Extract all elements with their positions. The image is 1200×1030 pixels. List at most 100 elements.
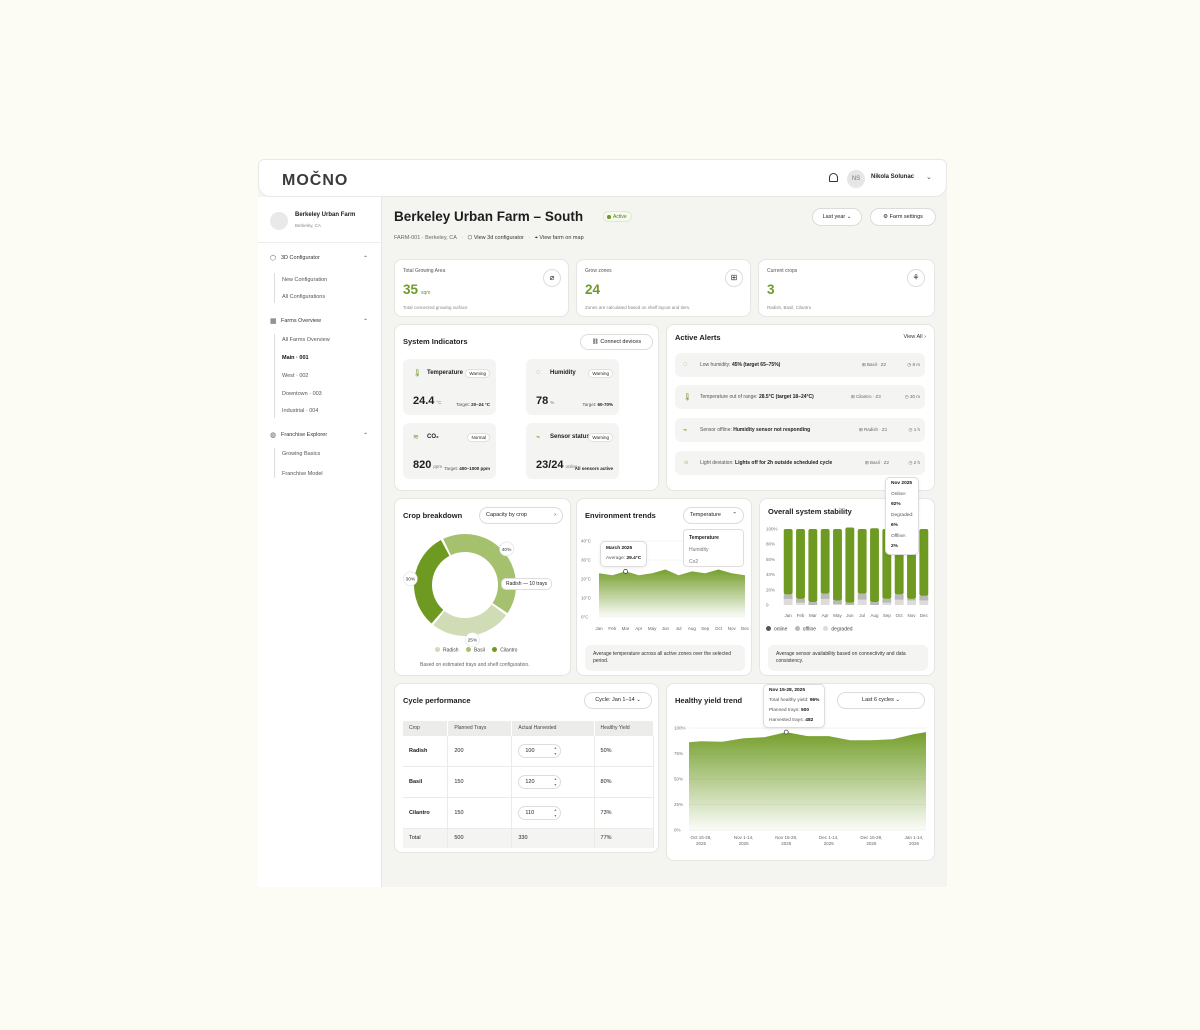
user-name[interactable]: Nikola Solunac xyxy=(871,174,914,180)
quantity-stepper[interactable]: 120 xyxy=(518,774,562,789)
grid-icon: ⊞ xyxy=(865,460,869,465)
cycle-dropdown[interactable]: Cycle: Jan 1–14 ⌄ xyxy=(584,692,652,709)
x-tick-label: Dec xyxy=(920,613,929,618)
chart-tooltip: March 2025 Average: 29.4°C xyxy=(600,541,648,567)
chevron-down-icon[interactable]: ⌄ xyxy=(926,173,932,181)
bar-online xyxy=(919,529,929,596)
quantity-stepper[interactable]: 100 xyxy=(518,743,562,758)
sidebar-item-west-002[interactable]: West · 002 xyxy=(282,373,309,379)
notification-bell-icon[interactable] xyxy=(829,173,838,182)
x-tick-label: Aug xyxy=(688,626,697,631)
sidebar-section-franchise-explorer[interactable]: ◍ Franchise Explorer xyxy=(270,432,327,439)
view-map-link[interactable]: View farm on map xyxy=(539,235,583,241)
kpi-label: Grow zones xyxy=(585,268,612,274)
alert-zone: ⊞ Basil · Z2 xyxy=(865,460,890,465)
sidebar-item-main-001[interactable]: Main · 001 xyxy=(282,355,309,361)
tooltip-point xyxy=(783,729,789,735)
bar-offline xyxy=(833,600,842,605)
donut-tooltip: Radish — 10 trays xyxy=(501,578,553,590)
indicator-name: Humidity xyxy=(550,370,576,376)
chevron-up-icon[interactable]: ⌃ xyxy=(363,318,368,325)
sidebar-section-3d-configurator[interactable]: ⬡ 3D Configurator xyxy=(270,255,320,262)
legend-online: online xyxy=(774,626,788,633)
donut-label: 25% xyxy=(468,637,478,643)
cell-actual: 120 xyxy=(511,765,595,797)
alert-item[interactable]: ☼ Light deviation: Lights off for 2h out… xyxy=(675,451,925,475)
sidebar-item-all-configurations[interactable]: All Configurations xyxy=(282,294,325,300)
table-total-row: Total 500 330 77% xyxy=(403,827,655,848)
metric-dropdown[interactable]: Temperature ⌃ xyxy=(683,507,744,524)
y-tick-label: 20% xyxy=(766,587,775,592)
wind-icon: ≋ xyxy=(413,434,419,441)
option-temperature[interactable]: Temperature xyxy=(689,532,738,544)
sensor-icon: ⌁ xyxy=(536,434,541,441)
sidebar-item-industrial-004[interactable]: Industrial · 004 xyxy=(282,408,318,414)
x-tick-label: Nov xyxy=(728,626,737,631)
cell-actual: 100 xyxy=(511,734,595,766)
bar-degraded xyxy=(783,598,793,605)
indicator-sensor-status[interactable]: ⌁ Sensor status Warning 23/24 online All … xyxy=(526,423,619,479)
farm-settings-button[interactable]: ⚙ Farm settings xyxy=(870,208,936,226)
sprout-icon: ⚘ xyxy=(907,269,925,287)
chevron-right-icon: › xyxy=(924,334,926,340)
indicator-humidity[interactable]: ◌ Humidity Warning 78% Target: 60-70% xyxy=(526,359,619,415)
bar-offline xyxy=(894,594,904,600)
option-humidity[interactable]: Humidity xyxy=(689,544,738,556)
sidebar-item-new-configuration[interactable]: New Configuration xyxy=(282,277,327,283)
bar-degraded xyxy=(857,599,867,605)
view-configurator-link[interactable]: View 3d configurator xyxy=(474,235,524,241)
farm-icon: ▦ xyxy=(270,318,277,325)
x-tick-label: Dec 1-14, xyxy=(819,835,839,840)
legend-cilantro: Cilantro xyxy=(500,647,518,654)
card-title: Cycle performance xyxy=(403,696,471,705)
chart-tooltip: Nov 15-28, 2025 Total healthy yield: 96%… xyxy=(763,684,826,728)
period-dropdown[interactable]: Last year ⌄ xyxy=(812,208,862,226)
x-tick-label-year: 2025 xyxy=(866,841,877,846)
option-co2[interactable]: Co2 xyxy=(689,556,738,568)
bar-offline xyxy=(845,602,855,605)
avatar[interactable]: NS xyxy=(847,170,865,188)
bar-degraded xyxy=(820,598,830,605)
indicator-value: 78% xyxy=(536,395,555,407)
chart-note: Average temperature across all active zo… xyxy=(585,645,745,671)
bar-offline xyxy=(857,593,867,600)
clock-icon: ◷ xyxy=(908,427,913,432)
cell-yield: 50% xyxy=(594,734,655,766)
alert-item[interactable]: ⌁ Sensor offline: Humidity sensor not re… xyxy=(675,418,925,442)
chevron-up-icon[interactable]: ⌃ xyxy=(363,432,368,439)
bar-degraded xyxy=(907,600,916,605)
connect-devices-button[interactable]: ⛓ Connect devices xyxy=(580,334,653,350)
alert-item[interactable]: 🌡︎ Temperature out of range: 28.5°C (tar… xyxy=(675,385,925,409)
chart-note: Based on estimated trays and shelf confi… xyxy=(420,662,530,668)
sidebar-item-all-farms-overview[interactable]: All Farms Overview xyxy=(282,337,330,343)
sidebar-item-downtown-003[interactable]: Downtown · 003 xyxy=(282,391,322,397)
alert-item[interactable]: ◌ Low humidity: 45% (target 65–75%) ⊞ Ba… xyxy=(675,353,925,377)
top-bar: MOČNO NS Nikola Solunac ⌄ xyxy=(258,159,947,197)
x-tick-label: Aug xyxy=(870,613,879,618)
kpi-sub: Zones are calculated based on shelf layo… xyxy=(585,305,691,310)
sidebar-section-farms-overview[interactable]: ▦ Farms Overview xyxy=(270,318,321,325)
sidebar-item-franchise-model[interactable]: Franchise Model xyxy=(282,471,323,477)
column-crop: Crop xyxy=(403,721,449,735)
column-actual: Actual Harvested xyxy=(511,721,595,735)
chevron-up-icon[interactable]: ⌃ xyxy=(363,255,368,262)
x-tick-label: Dec 15-28, xyxy=(860,835,882,840)
indicator-co2[interactable]: ≋ CO₂ Normal 820 ppm Target: 400–1000 ppm xyxy=(403,423,496,479)
indicator-target: Target: 20–24 °C xyxy=(456,402,490,407)
x-tick-label: Jan 1-14, xyxy=(905,835,924,840)
alert-time: ◷ 2 h xyxy=(908,460,920,465)
view-all-link[interactable]: View All › xyxy=(903,334,926,340)
kpi-total-area: Total Growing Area ⌀ 35 sqm Total connect… xyxy=(394,259,569,317)
cell-actual: 110 xyxy=(511,796,595,828)
indicator-temperature[interactable]: 🌡︎ Temperature Warning 24.4 °C Target: 20… xyxy=(403,359,496,415)
indicator-value: 24.4 °C xyxy=(413,395,442,407)
indicator-target: Target: 400–1000 ppm xyxy=(444,466,490,471)
sidebar-item-growing-basics[interactable]: Growing Basics xyxy=(282,451,320,457)
table-row: Radish 200 100 50% xyxy=(403,734,655,766)
sidebar: Berkeley Urban Farm Berkeley, CA ⬡ 3D Con… xyxy=(258,197,382,887)
logo[interactable]: MOČNO xyxy=(282,172,348,190)
legend-radish: Radish xyxy=(443,647,459,654)
quantity-stepper[interactable]: 110 xyxy=(518,805,562,820)
table-row: Cilantro 150 110 73% xyxy=(403,796,655,828)
farm-selector[interactable]: Berkeley Urban Farm Berkeley, CA xyxy=(258,197,382,243)
